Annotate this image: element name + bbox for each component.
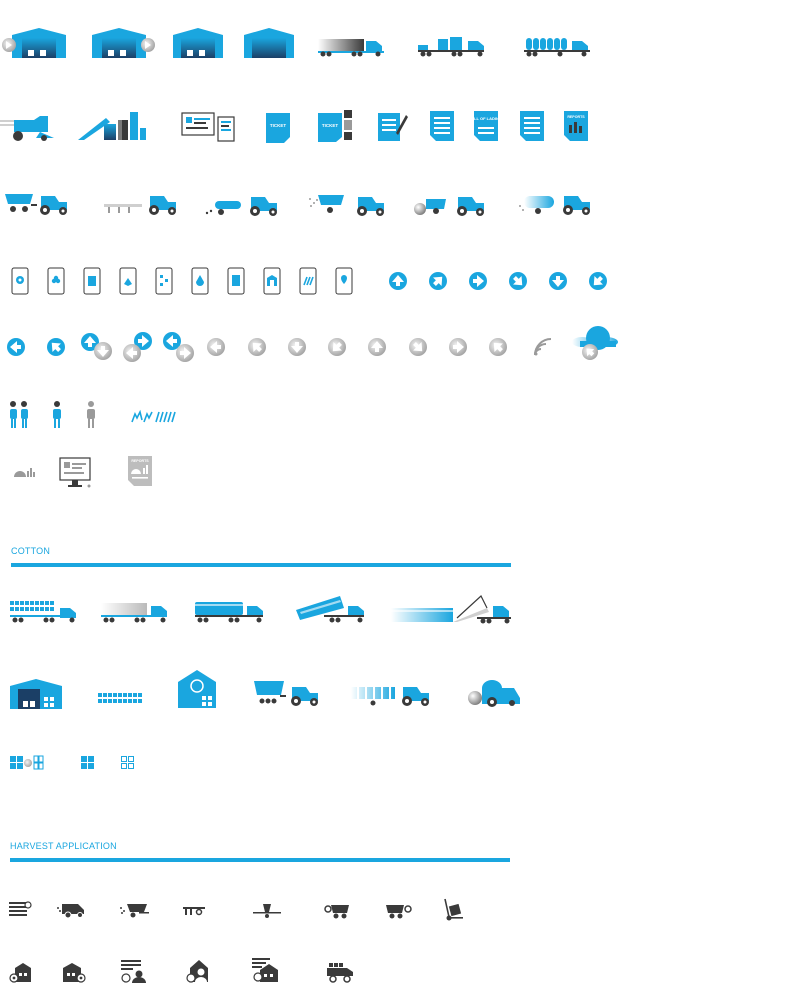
arrow-right-left-pair-icon (123, 332, 153, 362)
bill-of-lading-icon: BILL OF LADING (470, 111, 502, 141)
cloud-sync-icon (572, 326, 618, 362)
flatbed-truck-crates-icon (418, 35, 488, 57)
harvest-combine-icon (56, 902, 86, 919)
mobile-target-icon (11, 267, 29, 295)
section-title-harvest: HARVEST APPLICATION (10, 841, 117, 851)
tractor-planter-icon (104, 194, 178, 216)
harvest-planter-icon (183, 905, 207, 917)
arrow-right-icon (469, 272, 487, 290)
ticket-label: TICKET (270, 123, 287, 128)
person-icon (52, 401, 62, 429)
arrow-down-left-gray-icon (328, 338, 346, 356)
warehouse-inbound-icon (2, 28, 66, 58)
harvest-cart-2-icon (386, 903, 414, 919)
ticket-icon: TICKET (266, 113, 290, 143)
reports-document-icon: REPORTS (564, 111, 588, 141)
harvest-spreader-icon (119, 902, 149, 918)
arrow-down-gray-icon (288, 338, 306, 356)
bale-module-outline-icon (121, 756, 135, 770)
arrow-down-right-icon (509, 272, 527, 290)
document-sign-icon (378, 111, 408, 141)
arrow-up-right-icon (429, 272, 447, 290)
harvest-list-person-icon (121, 960, 147, 984)
warehouse-outbound-icon (92, 28, 156, 58)
reports-gray-icon: REPORTS (128, 456, 152, 486)
crop-rows-icon (130, 409, 176, 424)
mobile-fuel-icon (227, 267, 245, 295)
harvest-person-sync-icon (186, 958, 212, 984)
harvest-list-icon (9, 900, 32, 920)
cotton-warehouse-icon (10, 679, 62, 709)
mobile-sprout-icon (119, 267, 137, 295)
harvest-barn-sync-icon (9, 962, 33, 984)
warehouse-closed-icon (244, 28, 294, 58)
arrow-down-right-gray-icon (409, 338, 427, 356)
cotton-unload-icon (391, 594, 515, 624)
arrow-right-gray-icon (449, 338, 467, 356)
mobile-barn-icon (263, 267, 281, 295)
document-lines-2-icon (520, 111, 544, 141)
arrow-up-left-icon (47, 338, 65, 356)
grain-elevator-icon (78, 110, 148, 142)
cotton-modules-icon (98, 693, 146, 705)
arrow-up-left-gray-2-icon (489, 338, 507, 356)
tractor-tanker-icon (518, 192, 594, 216)
tractor-module-builder-icon (351, 683, 431, 709)
cotton-truck-empty-icon (101, 600, 171, 624)
gin-building-icon (178, 670, 216, 708)
tractor-cart-icon (5, 192, 69, 216)
ticket-printer-label: TICKET (322, 123, 339, 128)
harvest-sprayer-boom-icon (253, 902, 281, 918)
arrow-up-left-gray-icon (248, 338, 266, 356)
tractor-cotton-cart-icon (254, 681, 320, 709)
cotton-truck-tilt-icon (296, 594, 368, 624)
truck-bales-icon (524, 35, 594, 57)
mobile-flow-icon (155, 267, 173, 295)
signal-wifi-icon (534, 338, 552, 356)
arrow-down-icon (549, 272, 567, 290)
module-truck-icon (10, 600, 80, 624)
bill-of-lading-label: BILL OF LADING (470, 116, 502, 121)
harvest-module-truck-icon (327, 963, 355, 983)
bale-module-pair-icon (10, 755, 44, 772)
harvest-cart-icon (324, 903, 352, 919)
arrow-left-right-pair-icon (163, 332, 195, 362)
arrow-up-gray-icon (368, 338, 386, 356)
computer-dashboard-icon (181, 112, 236, 143)
ticket-printer-icon: TICKET (318, 110, 354, 142)
section-divider-harvest (10, 858, 510, 862)
tractor-baler-icon (414, 193, 488, 217)
section-title-cotton: COTTON (11, 546, 51, 556)
arrow-left-icon (7, 338, 25, 356)
mobile-jar-icon (83, 267, 101, 295)
arrow-left-gray-icon (207, 338, 225, 356)
semi-truck-empty-icon (318, 37, 388, 57)
harvest-document-barn-icon (252, 958, 280, 984)
gauge-chart-gray-icon (13, 466, 35, 478)
cotton-truck-loaded-icon (195, 598, 267, 624)
people-group-icon (9, 401, 29, 429)
arrow-up-icon (389, 272, 407, 290)
bale-module-icon (81, 756, 95, 770)
tractor-spreader-icon (308, 193, 388, 217)
harvest-hand-truck-icon (443, 898, 465, 921)
tractor-sprayer-icon (205, 193, 281, 217)
document-lines-icon (430, 111, 454, 141)
mobile-pin-icon (335, 267, 353, 295)
arrow-down-left-icon (589, 272, 607, 290)
warehouse-icon (173, 28, 223, 58)
mobile-wheat-icon (299, 267, 317, 295)
cotton-picker-icon (468, 680, 522, 708)
mobile-drop-icon (191, 267, 209, 295)
computer-monitor-icon (59, 457, 92, 488)
mobile-clover-icon (47, 267, 65, 295)
reports-gray-label: REPORTS (131, 459, 149, 463)
section-divider-cotton (11, 563, 511, 567)
arrow-up-down-pair-icon (81, 333, 113, 361)
combine-harvester-icon (0, 116, 56, 142)
person-gray-icon (86, 401, 96, 429)
harvest-barn-gear-icon (61, 962, 87, 984)
reports-label: REPORTS (567, 115, 585, 119)
